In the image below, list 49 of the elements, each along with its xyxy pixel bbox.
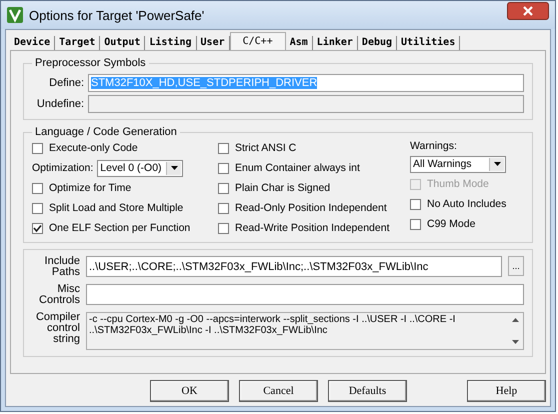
checkbox-label: Execute-only Code — [49, 142, 138, 154]
checkbox-label: Thumb Mode — [427, 178, 489, 190]
checkbox-label: Split Load and Store Multiple — [49, 202, 184, 214]
text-area: -c --cpu Cortex-M0 -g -O0 --apcs=interwork --split_sections -I ..\USER -I ..\CORE -I ..\STM32F03x_FWLib\Inc -I ..\STM32F03x_FWLib\Inc — [86, 312, 524, 350]
dropdown[interactable]: All Warnings — [410, 156, 506, 172]
checkbox[interactable] — [410, 218, 421, 230]
checkbox-label: Strict ANSI C — [235, 142, 296, 154]
group-title: Preprocessor Symbols — [34, 57, 147, 69]
input-field[interactable]: ..\USER;..\CORE;..\STM32F03x_FWLib\Inc;..\STM32F03x_FWLib\Inc — [86, 256, 502, 277]
field-label: Define: — [48, 77, 84, 89]
checkbox[interactable] — [218, 202, 229, 214]
field-label: Undefine: — [36, 98, 84, 110]
window-title: Options for Target 'PowerSafe' — [29, 8, 206, 22]
checkbox-label: Read-Only Position Independent — [235, 202, 387, 214]
checkbox-label: Read-Write Position Independent — [235, 222, 390, 234]
checkbox[interactable] — [32, 182, 43, 194]
checkbox-label: Optimize for Time — [49, 182, 132, 194]
dialog-button[interactable]: Help — [467, 380, 546, 402]
dialog-button[interactable]: Cancel — [239, 380, 318, 402]
checkbox[interactable] — [218, 142, 229, 154]
checkbox[interactable] — [32, 142, 43, 154]
select-label: Optimization: — [32, 162, 94, 174]
input-field[interactable] — [86, 284, 524, 305]
caret-icon — [494, 162, 500, 166]
caret-icon — [170, 166, 178, 170]
checkbox-label: Plain Char is Signed — [235, 182, 330, 194]
checkbox[interactable] — [32, 222, 43, 234]
app-icon — [7, 7, 23, 23]
browse-button[interactable]: ... — [508, 256, 524, 276]
checkbox-label: Enum Container always int — [235, 162, 360, 174]
checkbox-label: C99 Mode — [427, 218, 476, 230]
select-label: Warnings: — [410, 140, 458, 152]
checkbox[interactable] — [218, 162, 229, 174]
dialog-button[interactable]: Defaults — [328, 380, 407, 402]
close-icon — [522, 6, 534, 16]
dialog-button[interactable]: OK — [150, 380, 229, 402]
field-label: Include Paths — [44, 256, 80, 278]
checkbox[interactable] — [410, 198, 421, 210]
checkbox[interactable] — [32, 202, 43, 214]
group-title: Language / Code Generation — [34, 126, 178, 138]
tab[interactable]: C/C++ — [230, 32, 286, 50]
checkbox-label: No Auto Includes — [427, 198, 506, 210]
field-label: Misc Controls — [38, 284, 80, 306]
dropdown[interactable]: Level 0 (-O0) — [97, 160, 184, 176]
checkbox[interactable] — [218, 222, 229, 234]
checkbox[interactable] — [218, 182, 229, 194]
checkbox-label: One ELF Section per Function — [49, 222, 190, 234]
field-label: Compiler control string — [34, 312, 80, 345]
close-button[interactable] — [507, 2, 549, 20]
